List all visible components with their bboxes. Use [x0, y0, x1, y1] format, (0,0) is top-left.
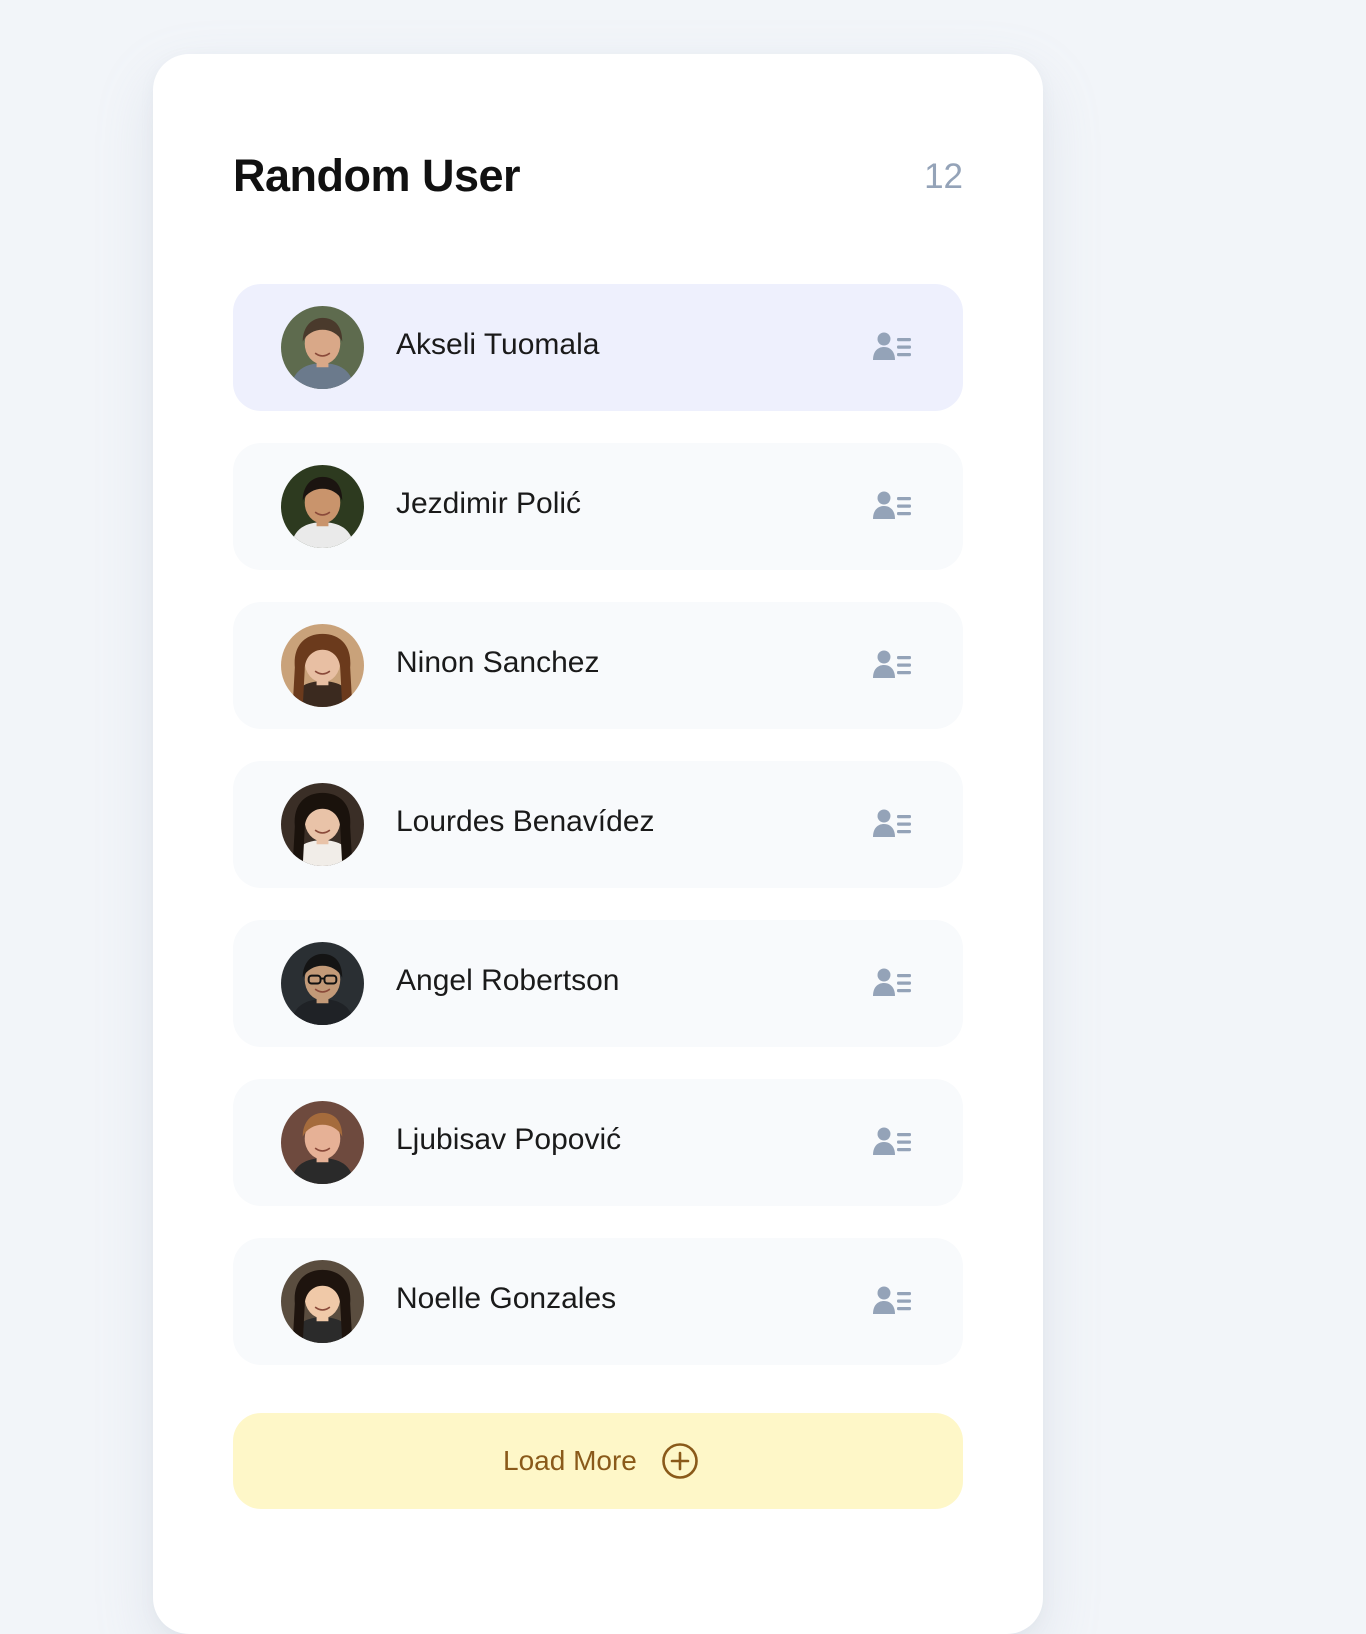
- user-name: Ljubisav Popović: [396, 1123, 622, 1156]
- user-details-icon[interactable]: [873, 807, 913, 843]
- card-header: Random User 12: [233, 150, 963, 202]
- load-more-label: Load More: [503, 1445, 637, 1476]
- load-more-button[interactable]: Load More: [233, 1413, 963, 1509]
- user-name: Lourdes Benavídez: [396, 805, 655, 838]
- avatar: [281, 306, 364, 389]
- user-name: Ninon Sanchez: [396, 646, 600, 679]
- user-row[interactable]: Lourdes Benavídez: [233, 761, 963, 888]
- user-details-icon[interactable]: [873, 489, 913, 525]
- user-name: Akseli Tuomala: [396, 328, 600, 361]
- user-card: Random User 12 Akseli Tuomala Jezdimir P…: [153, 54, 1043, 1634]
- avatar: [281, 1260, 364, 1343]
- avatar: [281, 624, 364, 707]
- page-title: Random User: [233, 150, 521, 201]
- user-row[interactable]: Jezdimir Polić: [233, 443, 963, 570]
- avatar: [281, 1101, 364, 1184]
- user-details-icon[interactable]: [873, 1284, 913, 1320]
- user-count-badge: 12: [924, 157, 963, 196]
- user-row[interactable]: Noelle Gonzales: [233, 1238, 963, 1365]
- user-row[interactable]: Akseli Tuomala: [233, 284, 963, 411]
- user-row[interactable]: Ninon Sanchez: [233, 602, 963, 729]
- user-details-icon[interactable]: [873, 966, 913, 1002]
- user-details-icon[interactable]: [873, 648, 913, 684]
- user-details-icon[interactable]: [873, 330, 913, 366]
- user-row[interactable]: Angel Robertson: [233, 920, 963, 1047]
- user-details-icon[interactable]: [873, 1125, 913, 1161]
- avatar: [281, 783, 364, 866]
- user-row[interactable]: Ljubisav Popović: [233, 1079, 963, 1206]
- user-name: Noelle Gonzales: [396, 1282, 617, 1315]
- user-name: Angel Robertson: [396, 964, 620, 997]
- plus-circle-icon: [661, 1442, 699, 1480]
- user-name: Jezdimir Polić: [396, 487, 582, 520]
- avatar: [281, 465, 364, 548]
- user-list: Akseli Tuomala Jezdimir Polić Ninon Sanc…: [233, 284, 963, 1397]
- avatar: [281, 942, 364, 1025]
